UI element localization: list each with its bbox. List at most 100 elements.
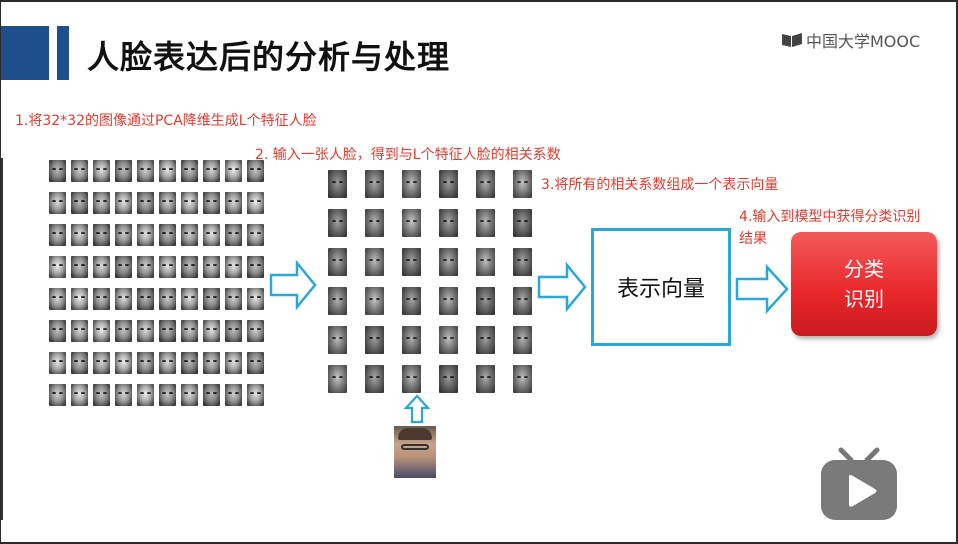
face-thumbnail xyxy=(71,160,88,182)
face-database-grid xyxy=(49,160,264,406)
arrow-up-icon xyxy=(404,394,430,424)
bilibili-play-icon[interactable] xyxy=(819,446,899,522)
face-thumbnail xyxy=(115,256,132,278)
step3-note: 3.将所有的相关系数组成一个表示向量 xyxy=(541,177,779,193)
face-thumbnail xyxy=(137,256,154,278)
face-thumbnail xyxy=(71,288,88,310)
eigenface-thumbnail xyxy=(365,209,384,237)
face-thumbnail xyxy=(225,160,242,182)
eigenface-thumbnail xyxy=(513,287,532,315)
face-thumbnail xyxy=(137,384,154,406)
eigenface-thumbnail xyxy=(402,326,421,354)
face-thumbnail xyxy=(181,288,198,310)
eigenface-thumbnail xyxy=(365,287,384,315)
face-thumbnail xyxy=(71,192,88,214)
face-thumbnail xyxy=(49,288,66,310)
mooc-logo-icon xyxy=(782,33,802,47)
face-thumbnail xyxy=(49,256,66,278)
eigenface-thumbnail xyxy=(365,326,384,354)
face-thumbnail xyxy=(93,192,110,214)
face-thumbnail xyxy=(93,160,110,182)
mooc-logo-text: 中国大学MOOC xyxy=(806,32,921,51)
face-thumbnail xyxy=(71,352,88,374)
face-thumbnail xyxy=(115,192,132,214)
face-thumbnail xyxy=(93,320,110,342)
face-thumbnail xyxy=(137,192,154,214)
eigenface-thumbnail xyxy=(328,326,347,354)
eigenface-thumbnail xyxy=(402,170,421,198)
face-thumbnail xyxy=(115,160,132,182)
face-thumbnail xyxy=(71,224,88,246)
eigenface-thumbnail xyxy=(402,365,421,393)
face-thumbnail xyxy=(71,256,88,278)
face-thumbnail xyxy=(93,256,110,278)
face-thumbnail xyxy=(159,224,176,246)
eigenface-thumbnail xyxy=(402,248,421,276)
input-face-photo xyxy=(394,426,436,478)
face-thumbnail xyxy=(225,288,242,310)
eigenface-thumbnail xyxy=(439,287,458,315)
eigenface-thumbnail xyxy=(402,287,421,315)
face-thumbnail xyxy=(49,320,66,342)
face-thumbnail xyxy=(159,256,176,278)
face-thumbnail xyxy=(181,384,198,406)
eigenface-thumbnail xyxy=(328,170,347,198)
face-thumbnail xyxy=(49,352,66,374)
face-thumbnail xyxy=(181,320,198,342)
face-thumbnail xyxy=(247,352,264,374)
face-thumbnail xyxy=(159,384,176,406)
mooc-logo: 中国大学MOOC xyxy=(781,28,920,52)
eigenface-thumbnail xyxy=(439,365,458,393)
face-thumbnail xyxy=(71,320,88,342)
slide: 人脸表达后的分析与处理 中国大学MOOC 1.将32*32的图像通过PCA降维生… xyxy=(1,2,956,542)
face-thumbnail xyxy=(247,256,264,278)
face-thumbnail xyxy=(181,160,198,182)
face-thumbnail xyxy=(93,288,110,310)
face-thumbnail xyxy=(115,288,132,310)
eigenface-thumbnail xyxy=(439,209,458,237)
left-edge-line xyxy=(1,158,3,520)
eigenface-thumbnail xyxy=(328,287,347,315)
eigenface-thumbnail xyxy=(365,365,384,393)
classification-label-line2: 识别 xyxy=(844,287,884,311)
eigenface-thumbnail xyxy=(513,365,532,393)
face-thumbnail xyxy=(203,320,220,342)
face-thumbnail xyxy=(159,352,176,374)
eigenface-thumbnail xyxy=(476,170,495,198)
face-thumbnail xyxy=(247,288,264,310)
step1-note: 1.将32*32的图像通过PCA降维生成L个特征人脸 xyxy=(15,113,317,129)
eigenface-thumbnail xyxy=(365,170,384,198)
face-thumbnail xyxy=(93,224,110,246)
eigenface-thumbnail xyxy=(328,365,347,393)
title-accent-stripe xyxy=(57,26,69,80)
step2-note: 2. 输入一张人脸，得到与L个特征人脸的相关系数 xyxy=(255,147,561,163)
eigenface-thumbnail xyxy=(439,170,458,198)
face-thumbnail xyxy=(203,160,220,182)
eigenface-thumbnail xyxy=(476,365,495,393)
eigenface-thumbnail xyxy=(476,287,495,315)
face-thumbnail xyxy=(93,384,110,406)
representation-vector-label: 表示向量 xyxy=(616,277,705,302)
arrow-right-icon xyxy=(269,260,317,310)
step4-note-line2: 结果 xyxy=(739,231,767,247)
classification-label-line1: 分类 xyxy=(844,257,884,281)
face-thumbnail xyxy=(115,352,132,374)
arrow-right-icon xyxy=(537,262,587,312)
face-thumbnail xyxy=(181,224,198,246)
face-thumbnail xyxy=(137,224,154,246)
face-thumbnail xyxy=(247,320,264,342)
face-thumbnail xyxy=(115,224,132,246)
face-thumbnail xyxy=(159,288,176,310)
face-thumbnail xyxy=(71,384,88,406)
face-thumbnail xyxy=(137,352,154,374)
classification-box: 分类 识别 xyxy=(791,232,937,336)
eigenface-thumbnail xyxy=(513,248,532,276)
face-thumbnail xyxy=(203,352,220,374)
face-thumbnail xyxy=(49,384,66,406)
face-thumbnail xyxy=(203,224,220,246)
face-thumbnail xyxy=(225,192,242,214)
step4-note-line1: 4.输入到模型中获得分类识别 xyxy=(739,209,921,225)
eigenface-thumbnail xyxy=(476,209,495,237)
eigenface-thumbnail xyxy=(439,248,458,276)
face-thumbnail xyxy=(225,352,242,374)
